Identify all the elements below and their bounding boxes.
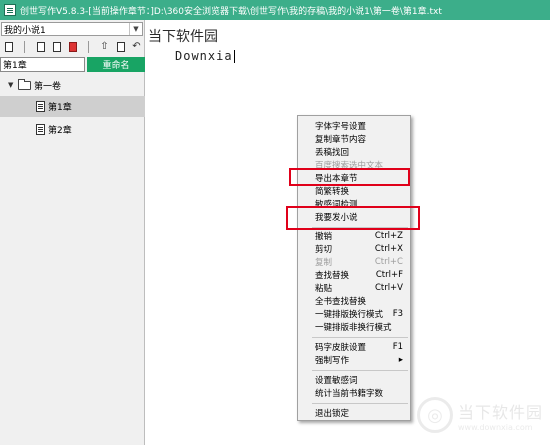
chevron-down-icon[interactable]: ▼ [129, 23, 142, 35]
window-title: 创世写作V5.8.3-[当前操作章节：]D:\360安全浏览器下载\创世写作\我… [20, 6, 442, 17]
undo-icon[interactable]: ↶ [130, 41, 143, 54]
highlight-box-export [289, 168, 410, 186]
text-caret [233, 50, 235, 63]
context-menu: 字体字号设置 复制章节内容 丢稿找回 百度搜索选中文本 导出本章节 简繁转换 敏… [297, 115, 411, 421]
menu-item-cut[interactable]: 剪切 Ctrl+X [298, 243, 410, 255]
menu-item-format-nowrap[interactable]: 一键排版非换行模式 [298, 321, 410, 333]
watermark-logo-icon: ◎ [417, 397, 453, 433]
tree-volume[interactable]: ▼ 第一卷 [8, 77, 61, 93]
menu-separator [312, 403, 408, 404]
rename-row: 重命名 [0, 57, 145, 72]
chapter-name-input[interactable] [0, 57, 85, 72]
menu-item-format-wrap[interactable]: 一键排版换行模式 F3 [298, 308, 410, 320]
tree-chapter-2[interactable]: 第2章 [0, 119, 145, 140]
submenu-arrow-icon: ▸ [398, 355, 403, 365]
menu-separator [312, 370, 408, 371]
chapter-doc-icon [36, 101, 45, 112]
menu-item-paste[interactable]: 粘贴 Ctrl+V [298, 282, 410, 294]
editor-text[interactable]: Downxia [175, 49, 235, 63]
editor-text-content: Downxia [175, 49, 233, 63]
chapter-label: 第1章 [48, 103, 72, 113]
menu-item-copy[interactable]: 复制 Ctrl+C [298, 256, 410, 268]
new-volume-icon[interactable] [34, 41, 47, 54]
new-chapter-icon[interactable] [2, 41, 15, 54]
menu-item-force-write[interactable]: 强制写作 ▸ [298, 354, 410, 366]
chapter-doc-icon [36, 124, 45, 135]
menu-item-find-replace[interactable]: 查找替换 Ctrl+F [298, 269, 410, 281]
tree-chapter-1[interactable]: 第1章 [0, 96, 145, 117]
sidebar-toolbar: ⇧ ↶ [2, 39, 143, 55]
menu-item-set-sensitive[interactable]: 设置敏感词 [298, 374, 410, 386]
menu-item-convert[interactable]: 简繁转换 [298, 185, 410, 197]
menu-item-book-find-replace[interactable]: 全书查找替换 [298, 295, 410, 307]
copy-icon[interactable] [114, 41, 127, 54]
menu-item-exit-lock[interactable]: 退出锁定 [298, 407, 410, 419]
rename-button[interactable]: 重命名 [87, 57, 145, 72]
menu-separator [312, 337, 408, 338]
delete-icon[interactable] [66, 41, 79, 54]
editor-brand: 当下软件园 [148, 29, 218, 45]
menu-item-word-count[interactable]: 统计当前书籍字数 [298, 387, 410, 399]
app-icon [4, 4, 16, 16]
menu-item-skin[interactable]: 码字皮肤设置 F1 [298, 341, 410, 353]
volume-label: 第一卷 [34, 81, 62, 92]
folder-icon [18, 78, 31, 90]
save-icon[interactable] [50, 41, 63, 54]
menu-item-undo[interactable]: 撤销 Ctrl+Z [298, 230, 410, 242]
watermark: ◎ 当下软件园 www.downxia.com [417, 393, 543, 437]
book-select[interactable]: 我的小说1 ▼ [1, 22, 143, 36]
watermark-cn: 当下软件园 [458, 402, 544, 422]
export-icon[interactable]: ⇧ [98, 41, 111, 54]
highlight-box-publish [286, 206, 420, 230]
book-select-value: 我的小说1 [4, 25, 46, 36]
sidebar: 我的小说1 ▼ ⇧ ↶ 重命名 ▼ 第一卷 第1章 第2章 [0, 20, 145, 445]
title-bar: 创世写作V5.8.3-[当前操作章节：]D:\360安全浏览器下载\创世写作\我… [0, 0, 550, 20]
expand-triangle-icon[interactable]: ▼ [8, 81, 16, 89]
watermark-en: www.downxia.com [458, 422, 533, 432]
menu-item-font[interactable]: 字体字号设置 [298, 120, 410, 132]
menu-item-recover[interactable]: 丢稿找回 [298, 146, 410, 158]
chapter-label: 第2章 [48, 126, 72, 136]
menu-item-copy-chapter[interactable]: 复制章节内容 [298, 133, 410, 145]
